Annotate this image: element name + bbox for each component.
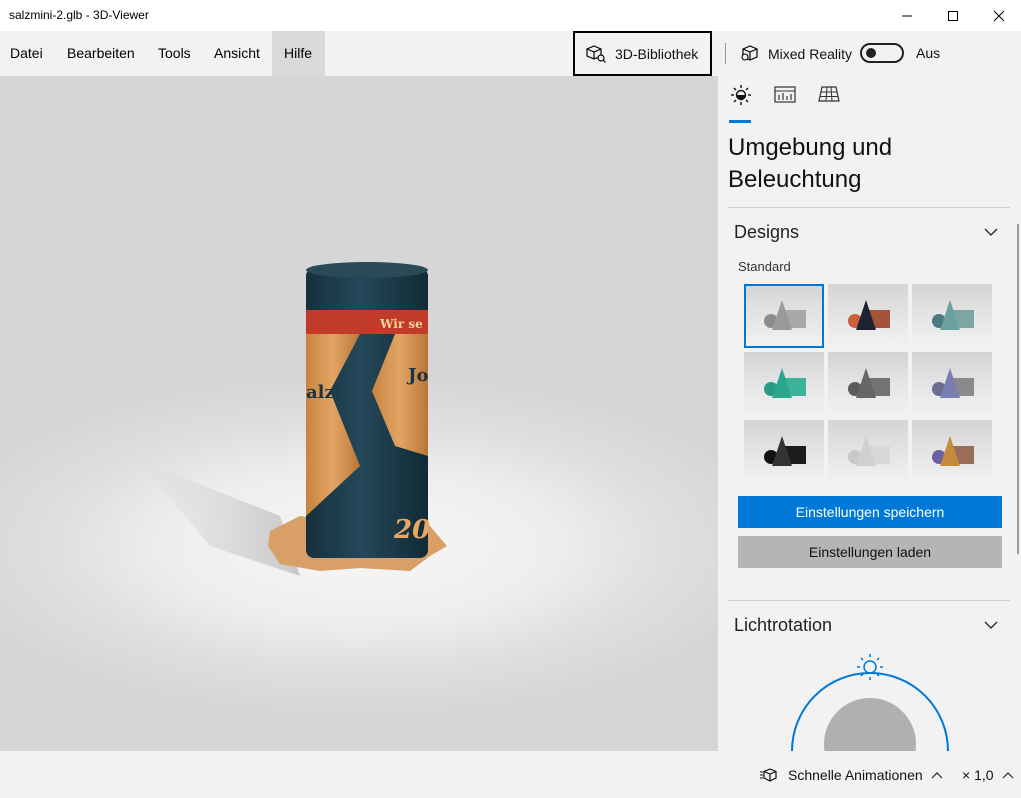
light-sun-icon [857, 654, 883, 680]
close-button[interactable] [976, 0, 1021, 31]
menu-bar: Datei Bearbeiten Tools Ansicht Hilfe 3D-… [0, 31, 1021, 76]
design-preview-icon [932, 300, 974, 330]
tab-environment-lighting[interactable] [728, 84, 754, 123]
sun-icon [731, 85, 751, 105]
status-bar: Schnelle Animationen × 1,0 [0, 751, 1021, 798]
mixed-reality-label: Mixed Reality [768, 45, 853, 62]
design-preview-icon [932, 368, 974, 398]
menu-ansicht[interactable]: Ansicht [204, 31, 270, 76]
design-preview-icon [764, 300, 806, 330]
design-tile[interactable] [828, 284, 908, 348]
3d-library-button[interactable]: 3D-Bibliothek [573, 31, 712, 76]
light-sphere [824, 698, 916, 751]
tab-statistics[interactable] [772, 84, 798, 112]
model-text-4: 20 [393, 515, 430, 545]
chevron-down-icon[interactable] [984, 227, 998, 237]
designs-sublabel: Standard [738, 259, 791, 274]
save-settings-button[interactable]: Einstellungen speichern [738, 496, 1002, 528]
design-preview-icon [764, 436, 806, 466]
mixed-reality-state: Aus [916, 45, 941, 61]
maximize-button[interactable] [930, 0, 976, 31]
minimize-icon [902, 15, 912, 16]
settings-panel: Umgebung und Beleuchtung Designs Standar… [718, 76, 1021, 751]
mixed-reality-group: Mixed Reality [740, 31, 852, 76]
design-preview-icon [932, 436, 974, 466]
design-preview-icon [848, 300, 890, 330]
grid-icon [818, 86, 840, 102]
design-tile[interactable] [912, 420, 992, 484]
menu-bearbeiten[interactable]: Bearbeiten [57, 31, 145, 76]
3d-library-label: 3D-Bibliothek [615, 45, 699, 62]
design-tile[interactable] [744, 284, 824, 348]
speed-button[interactable]: × 1,0 [962, 751, 1014, 798]
animations-label: Schnelle Animationen [788, 766, 923, 783]
light-rotation-header[interactable]: Lichtrotation [734, 615, 832, 636]
animations-button[interactable]: Schnelle Animationen [760, 751, 943, 798]
cube-search-icon [586, 44, 606, 63]
design-tile[interactable] [912, 284, 992, 348]
chevron-up-icon [1002, 771, 1013, 778]
toolbar-divider [725, 43, 726, 64]
window-title: salzmini-2.glb - 3D-Viewer [9, 8, 149, 22]
design-tile[interactable] [828, 420, 908, 484]
close-icon [993, 10, 1005, 21]
divider [728, 207, 1010, 208]
menu-datei[interactable]: Datei [0, 31, 53, 76]
menu-tools[interactable]: Tools [148, 31, 201, 76]
model-top [306, 262, 428, 278]
model-shadow [140, 461, 300, 576]
chevron-up-icon [931, 771, 943, 778]
tab-grid[interactable] [816, 84, 842, 112]
model-band-text: Wir se [379, 317, 423, 331]
load-settings-button[interactable]: Einstellungen laden [738, 536, 1002, 568]
animation-cube-icon [760, 767, 777, 782]
panel-title: Umgebung und Beleuchtung [728, 134, 893, 193]
design-preview-icon [848, 368, 890, 398]
model-text-3: alz [306, 382, 335, 403]
3d-viewport[interactable]: Wir se Jo alz 20 [0, 76, 718, 751]
design-tile[interactable] [912, 352, 992, 416]
maximize-icon [948, 10, 958, 21]
model-render: Wir se Jo alz 20 [140, 262, 447, 576]
menu-hilfe[interactable]: Hilfe [272, 31, 325, 76]
divider [728, 600, 1010, 601]
minimize-button[interactable] [884, 0, 930, 31]
mixed-reality-toggle[interactable] [860, 43, 904, 63]
panel-scrollbar[interactable] [1017, 224, 1019, 554]
chart-icon [774, 86, 796, 103]
design-tile[interactable] [828, 352, 908, 416]
light-rotation-control[interactable] [778, 651, 958, 751]
speed-label: × 1,0 [962, 766, 994, 783]
designs-header[interactable]: Designs [734, 222, 799, 243]
design-tile[interactable] [744, 420, 824, 484]
design-preview-icon [764, 368, 806, 398]
toggle-knob [866, 48, 876, 58]
mixed-reality-icon [741, 44, 758, 61]
chevron-down-icon[interactable] [984, 620, 998, 630]
title-bar: salzmini-2.glb - 3D-Viewer [0, 0, 1021, 31]
model-text-2: Jo [406, 365, 429, 386]
design-tile[interactable] [744, 352, 824, 416]
design-preview-icon [848, 436, 890, 466]
